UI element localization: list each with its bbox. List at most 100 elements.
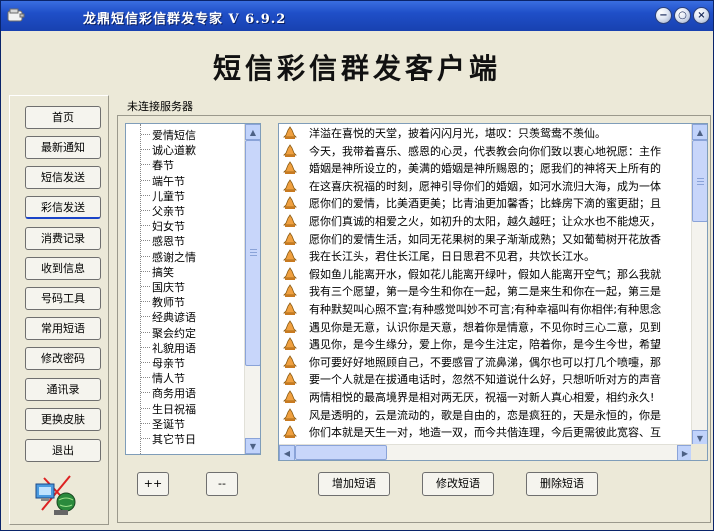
scroll-up-icon[interactable]: ▲ [692, 124, 707, 140]
sidebar-item-exit[interactable]: 退出 [25, 439, 101, 462]
message-hscrollbar[interactable]: ◀ ▶ [279, 444, 693, 460]
message-row[interactable]: 愿你们真诚的相爱之火，如初升的太阳，越久越旺；让众水也不能熄灭， [279, 213, 693, 230]
scroll-thumb[interactable] [295, 445, 387, 460]
message-row[interactable]: 遇见你是无意，认识你是天意，想着你是情意，不见你时三心二意，见到 [279, 319, 693, 336]
scroll-up-icon[interactable]: ▲ [245, 124, 260, 140]
sidebar-item-password[interactable]: 修改密码 [25, 347, 101, 370]
scroll-down-icon[interactable]: ▼ [245, 438, 260, 454]
category-item[interactable]: 教师节 [152, 294, 185, 309]
message-row[interactable]: 婚姻是神所设立的，美满的婚姻是神所赐恩的；愿我们的神将天上所有的 [279, 160, 693, 177]
add-category-button[interactable]: ++ [137, 472, 169, 496]
category-item[interactable]: 妇女节 [152, 218, 185, 233]
message-row[interactable]: 要一个人就是在拔通电话时，忽然不知道说什么好，只想听听对方的声音 [279, 371, 693, 388]
category-item[interactable]: 经典谚语 [152, 309, 196, 324]
sidebar-item-consumption[interactable]: 消费记录 [25, 227, 101, 250]
scroll-thumb[interactable] [692, 140, 707, 222]
scroll-thumb[interactable] [245, 140, 260, 366]
message-row[interactable]: 两情相悦的最高境界是相对两无厌，祝福一对新人真心相爱，相约永久! [279, 389, 693, 406]
category-item[interactable]: 诚心道歉 [152, 142, 196, 157]
category-item[interactable]: 母亲节 [152, 355, 185, 370]
message-row[interactable]: 你们本就是天生一对，地造一双，而今共偕连理，今后更需彼此宽容、互 [279, 424, 693, 441]
bell-icon [283, 355, 297, 369]
message-row[interactable]: 我在长江头，君住长江尾，日日思君不见君，共饮长江水。 [279, 248, 693, 265]
sidebar-item-mms-send[interactable]: 彩信发送 [25, 196, 101, 219]
tree-connector [141, 346, 150, 348]
scroll-left-icon[interactable]: ◀ [279, 445, 295, 460]
network-logo-icon [32, 470, 82, 518]
message-vscrollbar[interactable]: ▲ ▼ [691, 124, 707, 446]
message-text: 愿你们的爱情生活，如同无花果树的果子渐渐成熟；又如葡萄树开花放香 [309, 232, 661, 246]
category-item[interactable]: 生日祝福 [152, 401, 196, 416]
tree-connector [141, 179, 150, 181]
edit-sms-button[interactable]: 修改短语 [422, 472, 494, 496]
bell-icon [283, 267, 297, 281]
tree-connector [141, 210, 150, 211]
tree-connector [141, 270, 150, 272]
bell-icon [283, 425, 297, 439]
tree-connector [141, 316, 150, 318]
restore-icon: ○ [678, 9, 687, 21]
category-item[interactable]: 儿童节 [152, 188, 185, 203]
category-item[interactable]: 商务用语 [152, 385, 196, 400]
message-list[interactable]: 洋溢在喜悦的天堂，披着闪闪月光，堪叹：只羡鸳鸯不羡仙。 今天，我带着喜乐、感恩的心… [278, 123, 708, 461]
message-row[interactable]: 假如鱼儿能离开水，假如花儿能离开绿叶，假如人能离开空气；那么我就 [279, 266, 693, 283]
message-row[interactable]: 在这喜庆祝福的时刻，愿神引导你们的婚姻，如河水流归大海，成为一体 [279, 178, 693, 195]
sidebar-item-phrases[interactable]: 常用短语 [25, 317, 101, 340]
restore-button[interactable]: ○ [674, 7, 691, 24]
category-item[interactable]: 礼貌用语 [152, 340, 196, 355]
delete-sms-button[interactable]: 删除短语 [526, 472, 598, 496]
category-item[interactable]: 感恩节 [152, 233, 185, 248]
message-row[interactable]: 今天，我带着喜乐、感恩的心灵，代表教会向你们致以衷心地祝愿：主作 [279, 143, 693, 160]
category-item[interactable]: 其它节日 [152, 431, 196, 446]
main-window: 龙鼎短信彩信群发专家 V 6.9.2 − ○ × 短信彩信群发客户端 首页 最新… [0, 0, 714, 531]
sidebar-item-inbox[interactable]: 收到信息 [25, 257, 101, 280]
sidebar-item-number-tools[interactable]: 号码工具 [25, 287, 101, 310]
category-item[interactable]: 聚会约定 [152, 325, 196, 340]
message-text: 我在长江头，君住长江尾，日日思君不见君，共饮长江水。 [309, 250, 595, 264]
tree-connector [141, 331, 150, 333]
message-text: 在这喜庆祝福的时刻，愿神引导你们的婚姻，如河水流归大海，成为一体 [309, 179, 661, 193]
sidebar-item-sms-send[interactable]: 短信发送 [25, 166, 101, 189]
sidebar-item-notices[interactable]: 最新通知 [25, 136, 101, 159]
category-item[interactable]: 圣诞节 [152, 416, 185, 431]
close-button[interactable]: × [693, 7, 710, 24]
sidebar-item-contacts[interactable]: 通讯录 [25, 378, 101, 401]
add-sms-button[interactable]: 增加短语 [318, 472, 390, 496]
tree-connector [141, 438, 150, 439]
category-item[interactable]: 情人节 [152, 370, 185, 385]
message-text: 你们本就是天生一对，地造一双，而今共偕连理，今后更需彼此宽容、互 [309, 426, 661, 440]
bell-icon [283, 319, 297, 334]
message-row[interactable]: 愿你们的爱情生活，如同无花果树的果子渐渐成熟；又如葡萄树开花放香 [279, 231, 693, 248]
message-row[interactable]: 我有三个愿望，第一是今生和你在一起，第二是来生和你在一起，第三是 [279, 283, 693, 300]
category-item[interactable]: 搞笑 [152, 264, 174, 279]
category-item[interactable]: 端午节 [152, 173, 185, 188]
message-text: 你可要好好地照顾自己，不要感冒了流鼻涕，偶尔也可以打几个喷嚏，那 [309, 355, 661, 369]
remove-category-button[interactable]: -- [206, 472, 238, 496]
category-tree[interactable]: 爱情短信 诚心道歉 春节 端午节 儿童节 父亲节 妇女节 感恩节 感谢之情 搞笑 国庆节 教师节 经典谚… [125, 123, 261, 455]
message-row[interactable]: 愿你们的爱情，比美酒更美；比青油更加馨香；比蜂房下滴的蜜更甜；且 [279, 195, 693, 212]
tree-connector [141, 377, 150, 379]
sidebar-item-home[interactable]: 首页 [25, 106, 101, 129]
message-text: 我有三个愿望，第一是今生和你在一起，第二是来生和你在一起，第三是 [309, 285, 661, 299]
category-item[interactable]: 父亲节 [152, 203, 185, 218]
minimize-icon: − [659, 9, 668, 21]
sidebar-item-skin[interactable]: 更换皮肤 [25, 408, 101, 431]
close-icon: × [697, 9, 706, 21]
message-row[interactable]: 遇见你，是今生缘分，爱上你，是今生注定，陪着你，是今生今世，希望 [279, 336, 693, 353]
category-item[interactable]: 国庆节 [152, 279, 185, 294]
bell-icon [283, 196, 297, 210]
message-row[interactable]: 洋溢在喜悦的天堂，披着闪闪月光，堪叹：只羡鸳鸯不羡仙。 [279, 125, 693, 142]
message-row[interactable]: 风是透明的，云是流动的，歌是自由的，恋是疯狂的，天是永恒的，你是 [279, 407, 693, 424]
category-scrollbar[interactable]: ▲ ▼ [244, 124, 260, 454]
sidebar: 首页 最新通知 短信发送 彩信发送 消费记录 收到信息 号码工具 常用短语 修改… [9, 95, 109, 525]
minimize-button[interactable]: − [655, 7, 672, 24]
tree-connector [141, 392, 150, 394]
category-item[interactable]: 感谢之情 [152, 249, 196, 264]
title-bar[interactable]: 龙鼎短信彩信群发专家 V 6.9.2 − ○ × [1, 1, 713, 31]
message-row[interactable]: 你可要好好地照顾自己，不要感冒了流鼻涕，偶尔也可以打几个喷嚏，那 [279, 354, 693, 371]
category-item[interactable]: 爱情短信 [152, 127, 196, 142]
category-item[interactable]: 春节 [152, 157, 174, 172]
tree-connector [141, 134, 150, 135]
message-row[interactable]: 有种默契叫心照不宣;有种感觉叫妙不可言;有种幸福叫有你相伴;有种思念 [279, 301, 693, 318]
scroll-corner [691, 444, 707, 460]
